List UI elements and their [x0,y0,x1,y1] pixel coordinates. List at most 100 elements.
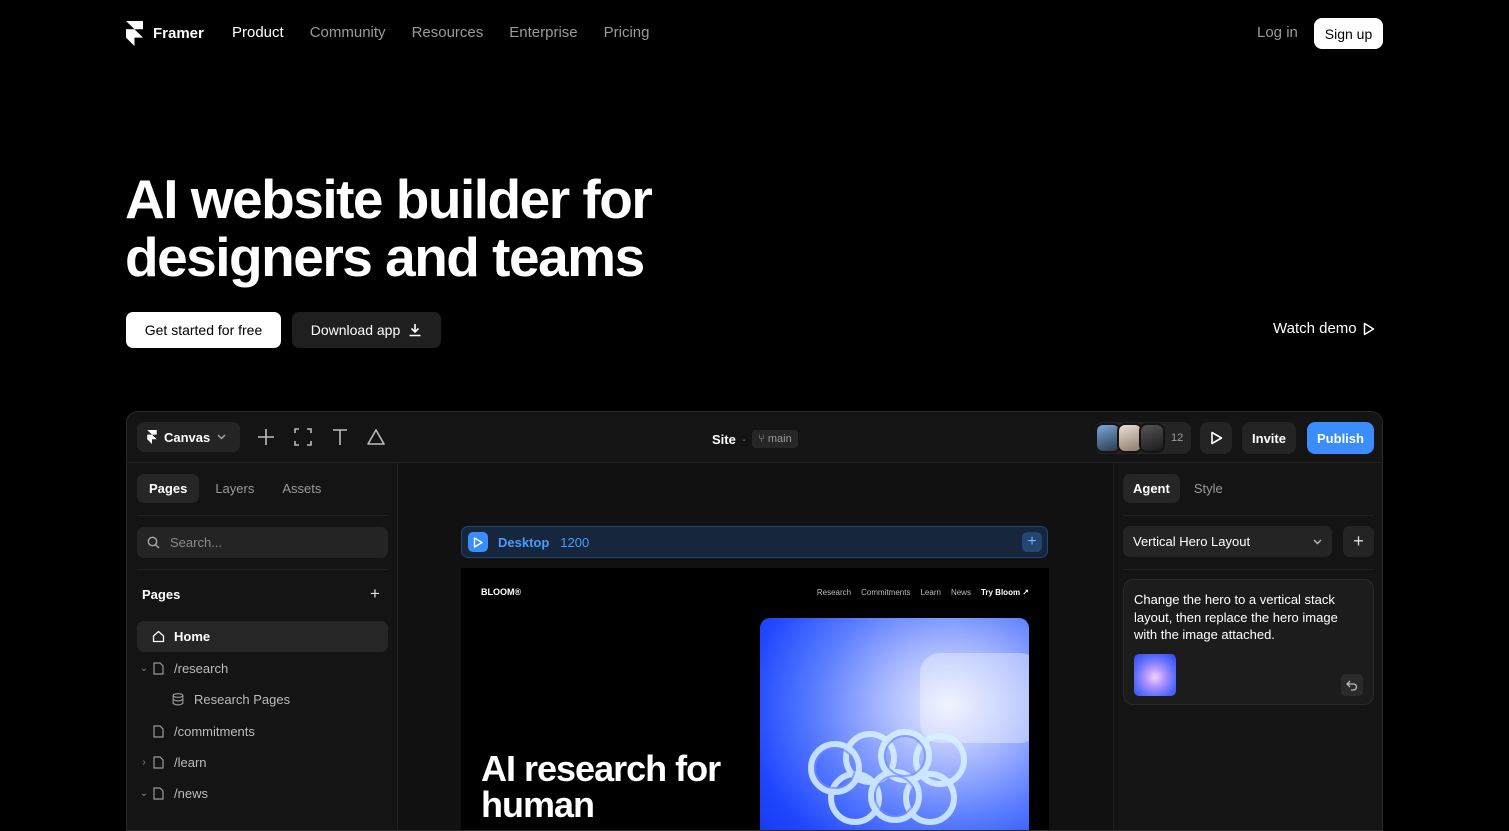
layout-select-value: Vertical Hero Layout [1133,534,1251,549]
frame-icon [294,428,312,446]
page-icon [151,662,165,676]
page-icon [151,725,165,739]
framer-logo-icon [147,430,157,444]
preview-logo: BLOOM® [481,587,522,597]
home-icon [151,630,165,644]
login-link[interactable]: Log in [1257,24,1298,41]
preview-nav-learn: Learn [920,588,941,597]
avatar [1139,423,1165,453]
site-label: Site [712,431,736,447]
branch-name: main [767,433,792,445]
top-nav: Framer Product Community Resources Enter… [0,0,1509,68]
framer-logo-link[interactable]: Framer [126,21,204,46]
chevron-right-icon[interactable]: › [137,757,151,768]
frame-tool[interactable] [292,426,314,448]
search-icon [147,536,160,549]
canvas-mode-dropdown[interactable]: Canvas [137,422,240,452]
page-item-home[interactable]: Home [137,621,388,652]
page-icon [151,756,165,770]
divider [137,569,388,570]
vector-tool[interactable] [365,426,387,448]
agent-message-card: Change the hero to a vertical stack layo… [1123,579,1374,705]
tab-layers[interactable]: Layers [203,474,266,503]
play-icon [1363,322,1374,335]
branch-icon: ⑂ [758,433,765,445]
publish-button[interactable]: Publish [1307,422,1374,454]
page-item-learn[interactable]: › /learn [137,747,388,778]
framer-app-preview: Canvas Site · ⑂ main 12 Invite Publish P… [126,411,1383,831]
text-icon [333,429,347,445]
preview-button[interactable] [1200,422,1232,454]
divider [1123,515,1374,516]
preview-nav-commitments: Commitments [861,588,911,597]
tab-pages[interactable]: Pages [137,474,200,503]
add-page-button[interactable]: + [370,584,380,604]
framer-logo-icon [126,21,143,46]
page-item-research-pages[interactable]: Research Pages [137,684,388,715]
separator-dot: · [741,431,747,447]
website-preview-frame[interactable]: BLOOM® Research Commitments Learn News T… [461,568,1049,830]
search-input[interactable]: Search... [137,527,388,558]
download-icon [409,324,421,337]
attached-image-thumbnail[interactable] [1134,654,1176,696]
triangle-icon [367,429,385,445]
invite-button[interactable]: Invite [1242,422,1296,454]
preview-nav-research: Research [816,588,852,597]
insert-tool[interactable] [255,426,277,448]
hero-title-line-2: designers and teams [125,226,645,288]
hero-title: AI website builder for designers and tea… [125,170,825,286]
branch-badge: ⑂ main [752,430,798,448]
preview-hero-image [760,618,1029,830]
get-started-button[interactable]: Get started for free [126,312,281,348]
app-toolbar: Canvas Site · ⑂ main 12 Invite Publish [127,412,1382,463]
page-item-commitments[interactable]: /commitments [137,716,388,747]
chevron-down-icon[interactable]: ⌄ [137,663,151,674]
nav-link-enterprise[interactable]: Enterprise [509,24,577,41]
play-icon [1210,431,1222,445]
chevron-down-icon[interactable]: ⌄ [137,788,151,799]
divider [137,515,388,516]
tab-assets[interactable]: Assets [270,474,333,503]
preview-hero-title: AI research for human [481,748,721,825]
agent-message-text: Change the hero to a vertical stack layo… [1134,592,1338,642]
divider [1123,569,1374,570]
left-panel: Pages Layers Assets Search... Pages + Ho… [127,463,398,830]
search-placeholder: Search... [170,535,223,550]
page-label: /news [174,786,208,801]
preview-nav-cta: Try Bloom ↗ [980,588,1029,597]
breakpoint-name: Desktop [498,534,550,550]
add-layout-button[interactable]: + [1343,526,1374,557]
preview-nav: Research Commitments Learn News Try Bloo… [817,588,1029,597]
nav-link-community[interactable]: Community [310,24,386,41]
page-label: Research Pages [194,692,291,707]
breakpoint-width: 1200 [560,534,590,550]
left-panel-tabs: Pages Layers Assets [137,474,333,503]
breakpoint-play-icon[interactable] [468,532,488,552]
hero-title-line-1: AI website builder for [125,168,653,230]
page-item-research[interactable]: ⌄ /research [137,653,388,684]
undo-icon [1346,680,1358,691]
pages-section-title: Pages [142,587,181,602]
page-label: Home [174,629,211,644]
right-panel: Agent Style Vertical Hero Layout + Chang… [1113,463,1382,830]
design-canvas[interactable]: Desktop 1200 + BLOOM® Research Commitmen… [398,463,1113,830]
page-icon [151,787,165,801]
undo-button[interactable] [1341,674,1363,696]
page-item-news[interactable]: ⌄ /news [137,778,388,809]
download-app-button[interactable]: Download app [292,312,441,348]
signup-button[interactable]: Sign up [1314,18,1383,49]
database-icon [171,693,185,707]
layout-select[interactable]: Vertical Hero Layout [1123,526,1332,557]
text-tool[interactable] [329,426,351,448]
nav-link-resources[interactable]: Resources [412,24,484,41]
nav-link-pricing[interactable]: Pricing [604,24,650,41]
tab-agent[interactable]: Agent [1123,474,1180,503]
add-breakpoint-button[interactable]: + [1022,532,1042,552]
watch-demo-link[interactable]: Watch demo [1273,320,1375,337]
nav-links: Product Community Resources Enterprise P… [232,24,676,41]
site-branch-indicator[interactable]: Site · ⑂ main [712,430,798,448]
tab-style[interactable]: Style [1184,474,1233,503]
breakpoint-bar[interactable]: Desktop 1200 + [461,526,1048,558]
nav-link-product[interactable]: Product [232,24,284,41]
collaborators[interactable]: 12 [1095,422,1192,454]
